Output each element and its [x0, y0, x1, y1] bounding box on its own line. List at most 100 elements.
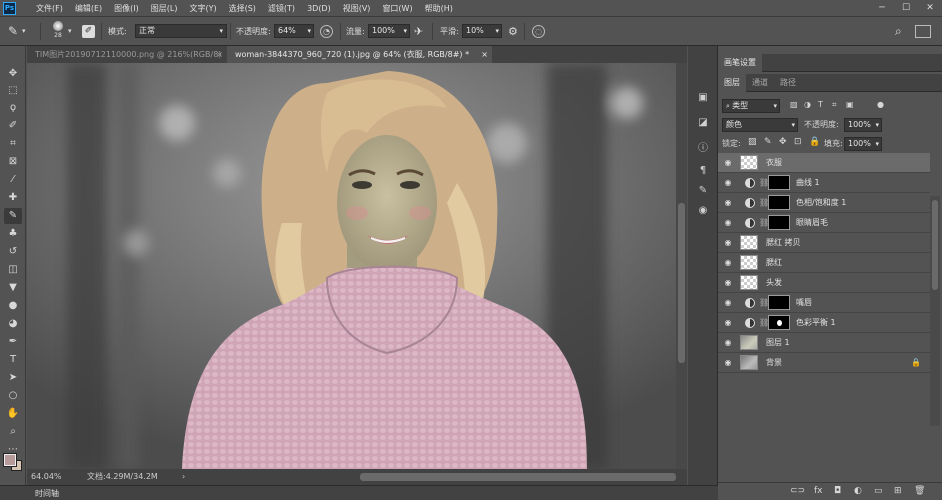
- layer-row-lips[interactable]: ◉ ⛓ 嘴唇: [718, 293, 930, 313]
- scroll-thumb[interactable]: [932, 200, 938, 290]
- visibility-eye-icon[interactable]: ◉: [723, 178, 733, 188]
- flow-input[interactable]: 100% ▾: [368, 24, 410, 38]
- layer-mask-thumbnail[interactable]: [768, 215, 790, 230]
- pen-tool-icon[interactable]: ✒: [4, 334, 22, 350]
- info-panel-icon[interactable]: ⓘ: [696, 142, 710, 156]
- add-mask-icon[interactable]: ◘: [834, 486, 841, 496]
- menu-3d[interactable]: 3D(D): [301, 0, 337, 17]
- visibility-eye-icon[interactable]: ◉: [723, 298, 733, 308]
- chevron-down-icon[interactable]: ▾: [68, 17, 72, 46]
- new-layer-icon[interactable]: ⊞: [894, 486, 902, 496]
- mask-link-icon[interactable]: ⛓: [759, 198, 769, 208]
- visibility-eye-icon[interactable]: ◉: [723, 158, 733, 168]
- maximize-button[interactable]: ☐: [894, 0, 918, 17]
- tab-document-1[interactable]: TIM图片20190712110000.png @ 216%(RGB/8) ×: [27, 46, 227, 63]
- layer-filter-select[interactable]: ⌕ 类型 ▾: [722, 99, 780, 113]
- layer-row-layer-1[interactable]: ◉ 图层 1: [718, 333, 930, 353]
- layer-mask-thumbnail[interactable]: [768, 175, 790, 190]
- tab-layers[interactable]: 图层: [718, 74, 746, 92]
- shape-tool-icon[interactable]: ○: [4, 388, 22, 404]
- blur-tool-icon[interactable]: ●: [4, 298, 22, 314]
- menu-file[interactable]: 文件(F): [30, 0, 69, 17]
- color-panel-icon[interactable]: ◉: [696, 204, 710, 218]
- lock-artboard-icon[interactable]: ⊡: [794, 137, 802, 147]
- layers-scrollbar[interactable]: [930, 196, 940, 426]
- layer-row-blush-copy[interactable]: ◉ 腮红 拷贝: [718, 233, 930, 253]
- tab-paths[interactable]: 路径: [774, 74, 802, 92]
- visibility-eye-icon[interactable]: ◉: [723, 358, 733, 368]
- paragraph-panel-icon[interactable]: ¶: [696, 164, 710, 178]
- filter-pixel-icon[interactable]: ▨: [790, 100, 798, 109]
- trash-icon[interactable]: 🗑: [914, 486, 925, 496]
- quick-select-tool-icon[interactable]: ✐: [4, 118, 22, 134]
- filter-toggle-icon[interactable]: ●: [877, 100, 884, 109]
- minimize-button[interactable]: ─: [870, 0, 894, 17]
- airbrush-icon[interactable]: ✈: [414, 17, 423, 46]
- lasso-tool-icon[interactable]: ϙ: [4, 100, 22, 116]
- visibility-eye-icon[interactable]: ◉: [723, 258, 733, 268]
- layer-mask-thumbnail[interactable]: [768, 295, 790, 310]
- timeline-tab[interactable]: 时间轴: [35, 488, 59, 499]
- layer-fill-input[interactable]: 100% ▾: [844, 137, 882, 151]
- menu-type[interactable]: 文字(Y): [183, 0, 222, 17]
- menu-image[interactable]: 图像(I): [108, 0, 145, 17]
- visibility-eye-icon[interactable]: ◉: [723, 218, 733, 228]
- mask-link-icon[interactable]: ⛓: [759, 318, 769, 328]
- tab-channels[interactable]: 通道: [746, 74, 774, 92]
- vertical-scrollbar[interactable]: [676, 63, 687, 469]
- close-icon[interactable]: ×: [216, 46, 223, 63]
- chevron-down-icon[interactable]: ▾: [22, 17, 26, 46]
- filter-type-icon[interactable]: T: [818, 100, 823, 109]
- workspace-icon[interactable]: [915, 25, 931, 38]
- paint-bucket-tool-icon[interactable]: ▼: [4, 280, 22, 296]
- layer-opacity-input[interactable]: 100% ▾: [844, 118, 882, 132]
- foreground-color-swatch[interactable]: [3, 453, 17, 467]
- horizontal-scrollbar[interactable]: [360, 473, 676, 481]
- history-brush-tool-icon[interactable]: ↺: [4, 244, 22, 260]
- close-icon[interactable]: ×: [481, 46, 488, 63]
- search-icon[interactable]: ⌕: [895, 17, 902, 46]
- crop-tool-icon[interactable]: ⌗: [4, 136, 22, 152]
- filter-adjust-icon[interactable]: ◑: [804, 100, 811, 109]
- visibility-eye-icon[interactable]: ◉: [723, 238, 733, 248]
- layer-row-hue-saturation[interactable]: ◉ ⛓ 色相/饱和度 1: [718, 193, 930, 213]
- layer-row-curves[interactable]: ◉ ⛓ 曲线 1: [718, 173, 930, 193]
- brush-preset-picker[interactable]: 28: [50, 21, 66, 41]
- move-tool-icon[interactable]: ✥: [4, 66, 22, 82]
- eyedropper-tool-icon[interactable]: ⁄: [4, 172, 22, 188]
- path-select-tool-icon[interactable]: ➤: [4, 370, 22, 386]
- mask-link-icon[interactable]: ⛓: [759, 218, 769, 228]
- tab-document-2[interactable]: woman-3844370_960_720 (1).jpg @ 64% (衣服,…: [227, 46, 492, 63]
- new-adjustment-icon[interactable]: ◐: [854, 486, 862, 496]
- healing-brush-tool-icon[interactable]: ✚: [4, 190, 22, 206]
- lock-transparent-icon[interactable]: ▨: [748, 137, 757, 147]
- layer-row-hair[interactable]: ◉ 头发: [718, 273, 930, 293]
- menu-view[interactable]: 视图(V): [337, 0, 377, 17]
- lock-pixels-icon[interactable]: ✎: [764, 137, 772, 147]
- layer-row-background[interactable]: ◉ 背景 🔒: [718, 353, 930, 373]
- visibility-eye-icon[interactable]: ◉: [723, 338, 733, 348]
- pressure-size-icon[interactable]: ◌: [532, 25, 545, 38]
- lock-all-icon[interactable]: 🔒: [809, 137, 820, 147]
- visibility-eye-icon[interactable]: ◉: [723, 198, 733, 208]
- lock-position-icon[interactable]: ✥: [779, 137, 787, 147]
- blend-mode-select[interactable]: 正常 ▾: [135, 24, 227, 38]
- smoothing-input[interactable]: 10% ▾: [462, 24, 502, 38]
- layer-blend-mode-select[interactable]: 颜色 ▾: [722, 118, 798, 132]
- filter-shape-icon[interactable]: ⌗: [832, 100, 837, 110]
- dodge-tool-icon[interactable]: ◕: [4, 316, 22, 332]
- layer-row-clothes[interactable]: ◉ 衣服: [718, 153, 930, 173]
- document-canvas[interactable]: [27, 63, 676, 469]
- marquee-tool-icon[interactable]: ⬚: [4, 83, 22, 99]
- filter-smart-icon[interactable]: ▣: [846, 100, 854, 109]
- zoom-tool-icon[interactable]: ⌕: [4, 424, 22, 440]
- properties-panel-icon[interactable]: ◪: [696, 116, 710, 130]
- frame-tool-icon[interactable]: ⊠: [4, 154, 22, 170]
- hand-tool-icon[interactable]: ✋: [4, 406, 22, 422]
- layer-row-eyes-brows[interactable]: ◉ ⛓ 眼睛眉毛: [718, 213, 930, 233]
- menu-select[interactable]: 选择(S): [223, 0, 262, 17]
- menu-layer[interactable]: 图层(L): [145, 0, 184, 17]
- stamp-tool-icon[interactable]: ♣: [4, 226, 22, 242]
- menu-filter[interactable]: 滤镜(T): [262, 0, 301, 17]
- gear-icon[interactable]: ⚙: [508, 17, 518, 46]
